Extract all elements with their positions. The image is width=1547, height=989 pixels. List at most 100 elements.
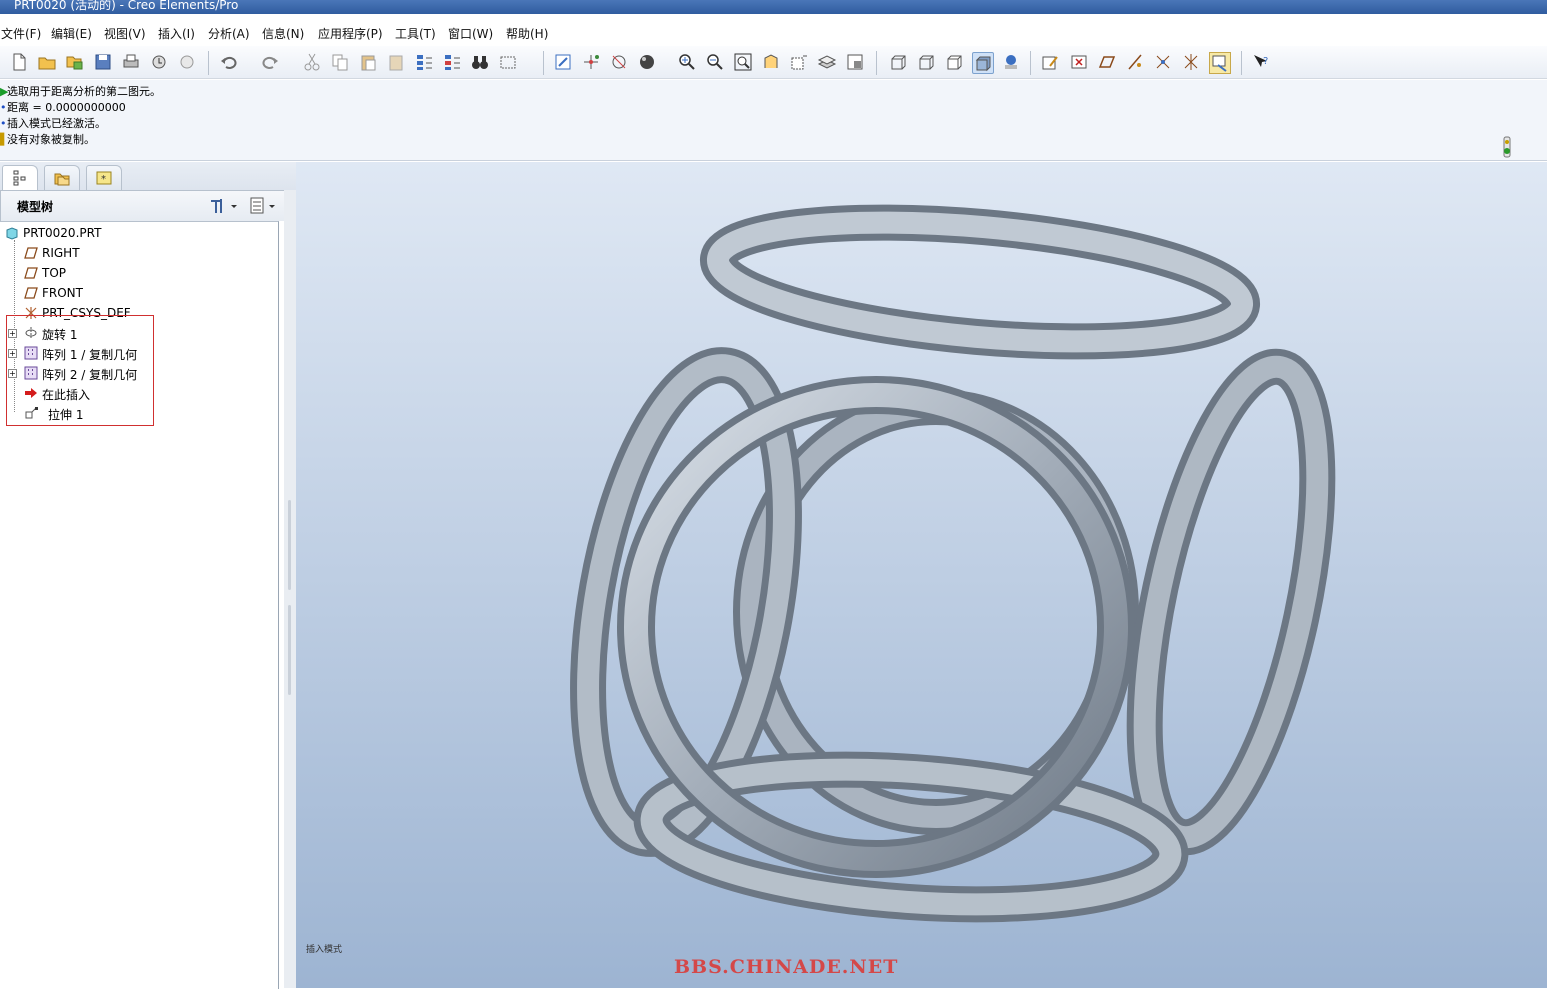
datum-axis-tool-icon[interactable] bbox=[1125, 52, 1145, 72]
svg-text:*: * bbox=[101, 174, 106, 185]
part-icon bbox=[6, 227, 18, 240]
regenerate-icon[interactable] bbox=[414, 52, 434, 72]
tree-item-label: RIGHT bbox=[42, 246, 80, 260]
orient-mode-icon[interactable] bbox=[609, 52, 629, 72]
zoom-in-icon[interactable] bbox=[677, 52, 697, 72]
layers-icon[interactable] bbox=[817, 52, 837, 72]
graphics-window[interactable]: 插入模式 BBS.CHINADE.NET bbox=[296, 162, 1547, 988]
ring-bottom[interactable] bbox=[633, 751, 1189, 923]
toolbar-separator bbox=[208, 51, 209, 75]
menu-file[interactable]: 文件(F) bbox=[1, 25, 41, 42]
toolbar-separator bbox=[543, 51, 544, 75]
svg-text:?: ? bbox=[1263, 56, 1268, 67]
datum-plane-icon bbox=[24, 247, 38, 259]
zoom-out-icon[interactable] bbox=[705, 52, 725, 72]
tree-item-front[interactable]: FRONT bbox=[0, 284, 270, 302]
tree-item-label: FRONT bbox=[42, 286, 83, 300]
tree-item-top[interactable]: TOP bbox=[0, 264, 270, 282]
menu-applications[interactable]: 应用程序(P) bbox=[318, 25, 383, 42]
no-hidden-icon[interactable] bbox=[944, 52, 964, 72]
datum-plane-tool-icon[interactable] bbox=[1097, 52, 1117, 72]
traffic-light-icon[interactable] bbox=[1499, 136, 1515, 158]
find-binoculars-icon[interactable] bbox=[470, 52, 490, 72]
shaded-mode-icon[interactable] bbox=[972, 52, 994, 74]
panel-splitter[interactable] bbox=[284, 190, 296, 988]
analysis-tool-icon[interactable] bbox=[1209, 52, 1231, 74]
open-folder-icon[interactable] bbox=[37, 52, 57, 72]
send-mail-icon[interactable] bbox=[149, 52, 169, 72]
tree-show-icon[interactable] bbox=[249, 197, 279, 215]
folder-browser-tab-icon bbox=[54, 173, 70, 186]
main-toolbar: ? bbox=[0, 46, 1547, 79]
tree-item-right[interactable]: RIGHT bbox=[0, 244, 270, 262]
paste-icon[interactable] bbox=[358, 52, 378, 72]
watermark-text: BBS.CHINADE.NET bbox=[674, 956, 899, 978]
tab-model-tree[interactable] bbox=[2, 165, 38, 191]
repaint-icon[interactable] bbox=[553, 52, 573, 72]
menu-help[interactable]: 帮助(H) bbox=[506, 25, 548, 42]
cut-icon[interactable] bbox=[302, 52, 322, 72]
ring-right[interactable] bbox=[1111, 348, 1352, 856]
mode-hint: 插入模式 bbox=[306, 945, 343, 955]
tab-favorites[interactable]: * bbox=[86, 165, 122, 190]
regen-manager-icon[interactable] bbox=[442, 52, 462, 72]
window-title: PRT0020 (活动的) - Creo Elements/Pro bbox=[14, 0, 239, 12]
menu-info[interactable]: 信息(N) bbox=[262, 25, 304, 42]
splitter-grip[interactable] bbox=[288, 605, 291, 695]
wireframe-icon[interactable] bbox=[888, 52, 908, 72]
datum-csys-tool-icon[interactable] bbox=[1181, 52, 1201, 72]
tree-settings-icon[interactable] bbox=[209, 197, 237, 215]
tab-folder-browser[interactable] bbox=[44, 165, 80, 190]
undo-icon[interactable] bbox=[219, 52, 239, 72]
menu-view[interactable]: 视图(V) bbox=[104, 25, 146, 42]
highlight-box bbox=[6, 315, 154, 426]
print-icon[interactable] bbox=[121, 52, 141, 72]
new-file-icon[interactable] bbox=[9, 52, 29, 72]
open-session-icon[interactable] bbox=[65, 52, 85, 72]
close-window-icon[interactable] bbox=[1069, 52, 1089, 72]
message-warning-icon: ▌ bbox=[0, 133, 9, 146]
copy-icon[interactable] bbox=[330, 52, 350, 72]
navigator-tabs: * bbox=[0, 162, 296, 191]
menu-bar: 文件(F) 编辑(E) 视图(V) 插入(I) 分析(A) 信息(N) 应用程序… bbox=[0, 22, 1547, 44]
tree-item-label: TOP bbox=[42, 266, 67, 280]
message-line: ▌没有对象被复制。 bbox=[0, 133, 95, 146]
model-3d-view[interactable] bbox=[296, 162, 1547, 988]
context-help-icon[interactable]: ? bbox=[1251, 52, 1271, 72]
toolbar-separator bbox=[876, 51, 877, 75]
view-manager-icon[interactable] bbox=[845, 52, 865, 72]
select-box-icon[interactable] bbox=[498, 52, 518, 72]
send-link-icon[interactable] bbox=[177, 52, 197, 72]
model-tree-header: 模型树 bbox=[0, 190, 286, 221]
model-tree-tab-icon bbox=[13, 170, 26, 186]
menu-insert[interactable]: 插入(I) bbox=[158, 25, 195, 42]
message-bullet-icon: ▶ bbox=[0, 85, 9, 98]
message-line: ▶选取用于距离分析的第二图元。 bbox=[0, 85, 161, 98]
save-icon[interactable] bbox=[93, 52, 113, 72]
message-line: •插入模式已经激活。 bbox=[0, 117, 106, 130]
ring-top[interactable] bbox=[699, 204, 1261, 360]
saved-views-icon[interactable] bbox=[789, 52, 809, 72]
message-bullet-icon: • bbox=[0, 117, 7, 130]
message-line: •距离 = 0.0000000000 bbox=[0, 101, 126, 114]
tree-root-label: PRT0020.PRT bbox=[23, 226, 102, 240]
datum-plane-icon bbox=[24, 287, 38, 299]
menu-window[interactable]: 窗口(W) bbox=[448, 25, 493, 42]
window-title-bar: PRT0020 (活动的) - Creo Elements/Pro bbox=[0, 0, 1547, 14]
shading-sphere-icon[interactable] bbox=[637, 52, 657, 72]
paste-special-icon[interactable] bbox=[386, 52, 406, 72]
tree-root[interactable]: PRT0020.PRT bbox=[4, 224, 274, 242]
sketch-tool-icon[interactable] bbox=[1040, 52, 1060, 72]
reorient-icon[interactable] bbox=[761, 52, 781, 72]
menu-edit[interactable]: 编辑(E) bbox=[51, 25, 92, 42]
datum-plane-icon bbox=[24, 267, 38, 279]
refit-icon[interactable] bbox=[733, 52, 753, 72]
datum-point-tool-icon[interactable] bbox=[1153, 52, 1173, 72]
menu-analysis[interactable]: 分析(A) bbox=[208, 25, 250, 42]
spin-center-icon[interactable] bbox=[581, 52, 601, 72]
menu-tools[interactable]: 工具(T) bbox=[395, 25, 436, 42]
redo-icon[interactable] bbox=[260, 52, 280, 72]
hidden-line-icon[interactable] bbox=[916, 52, 936, 72]
splitter-grip[interactable] bbox=[288, 500, 291, 590]
model-display-icon[interactable] bbox=[1001, 52, 1021, 72]
